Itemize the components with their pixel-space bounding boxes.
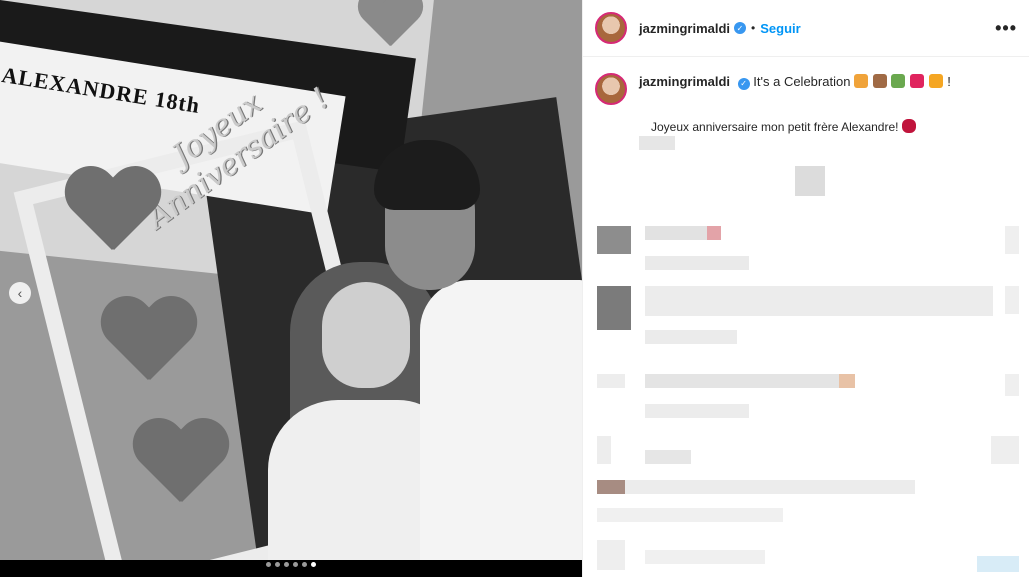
photo-man-shirt — [420, 280, 582, 560]
caption-avatar[interactable] — [595, 73, 627, 105]
photo-heart-1 — [62, 168, 162, 258]
obscured-block — [645, 286, 993, 316]
chevron-left-icon: ‹ — [17, 285, 23, 301]
caption-username[interactable]: jazmingrimaldi — [639, 74, 730, 89]
obscured-avatar — [597, 226, 631, 254]
obscured-block — [645, 404, 749, 418]
photo-heart-3 — [130, 420, 230, 510]
verified-badge-icon: ✓ — [734, 22, 747, 34]
obscured-avatar — [597, 286, 631, 330]
cake-icon — [872, 74, 887, 88]
post-header: jazmingrimaldi ✓ • Seguir ••• — [583, 0, 1029, 57]
photo-heart-2 — [98, 298, 198, 388]
obscured-block — [645, 550, 765, 564]
obscured-avatar — [597, 436, 611, 464]
header-username[interactable]: jazmingrimaldi — [639, 21, 730, 36]
carousel-dot[interactable] — [275, 562, 280, 567]
gift-icon — [928, 74, 943, 88]
carousel-dot[interactable] — [266, 562, 271, 567]
photo-woman-face — [322, 282, 410, 388]
caption-line1-suffix: ! — [947, 74, 951, 89]
obscured-block — [1005, 226, 1019, 254]
caption-line2: Joyeux anniversaire mon petit frère Alex… — [651, 119, 1017, 134]
carousel-dot[interactable] — [311, 562, 316, 567]
champagne-icon — [891, 74, 906, 88]
more-options-button[interactable]: ••• — [995, 18, 1017, 39]
obscured-avatar — [597, 540, 625, 570]
obscured-block — [645, 374, 841, 388]
caption-line2-text: Joyeux anniversaire mon petit frère Alex… — [651, 120, 899, 134]
obscured-block — [991, 436, 1019, 464]
header-separator: • — [751, 21, 756, 35]
post-media[interactable]: ALEXANDRE 18th Joyeux Anniversaire ! ‹ — [0, 0, 582, 577]
avatar[interactable] — [595, 12, 627, 44]
red-heart-icon — [909, 74, 924, 88]
obscured-block — [1005, 374, 1019, 396]
verified-badge-icon: ✓ — [737, 78, 750, 90]
obscured-block — [707, 226, 721, 240]
follow-button[interactable]: Seguir — [760, 21, 800, 36]
kiss-lips-icon — [901, 119, 916, 133]
carousel-dot[interactable] — [302, 562, 307, 567]
obscured-avatar — [597, 480, 625, 494]
carousel-dot[interactable] — [284, 562, 289, 567]
post-photo: ALEXANDRE 18th Joyeux Anniversaire ! — [0, 0, 582, 560]
obscured-block — [625, 480, 915, 494]
carousel-dot[interactable] — [293, 562, 298, 567]
post-caption: jazmingrimaldi ✓ It's a Celebration ! Jo… — [583, 57, 1029, 134]
obscured-block — [645, 330, 737, 344]
carousel-prev-button[interactable]: ‹ — [9, 282, 31, 304]
obscured-block — [645, 450, 691, 464]
obscured-avatar — [597, 374, 625, 388]
caption-emojis — [854, 74, 947, 89]
obscured-block — [645, 256, 749, 270]
party-popper-icon — [854, 74, 869, 88]
post-side-panel: jazmingrimaldi ✓ • Seguir ••• jazmingrim… — [582, 0, 1029, 577]
obscured-block — [977, 556, 1019, 572]
carousel-dots — [0, 562, 582, 567]
obscured-block — [597, 508, 783, 522]
obscured-block — [795, 166, 825, 196]
photo-heart-top — [355, 0, 425, 40]
caption-text: jazmingrimaldi ✓ It's a Celebration ! — [639, 73, 951, 91]
obscured-block — [839, 374, 855, 388]
obscured-block — [639, 136, 675, 150]
obscured-block — [1005, 286, 1019, 314]
caption-line1: It's a Celebration — [753, 74, 851, 89]
